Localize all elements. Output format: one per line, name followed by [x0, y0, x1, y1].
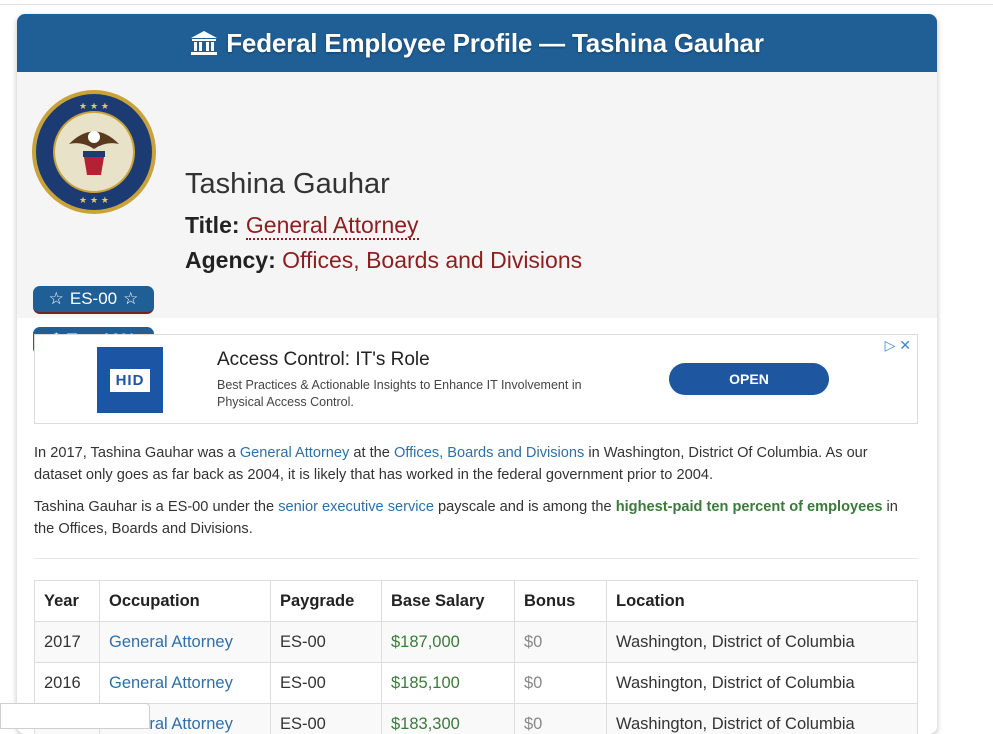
table-row: 2015 General Attorney ES-00 $183,300 $0 … — [35, 704, 918, 734]
profile-section: ★ ★ ★ ★ ★ ★ Tashina Gauhar Title: Genera… — [17, 72, 937, 318]
summary-paragraph-1: In 2017, Tashina Gauhar was a General At… — [34, 442, 914, 486]
page-title: Federal Employee Profile — Tashina Gauha… — [226, 28, 763, 59]
summary-paragraph-2: Tashina Gauhar is a ES-00 under the seni… — [34, 496, 914, 540]
card-header: Federal Employee Profile — Tashina Gauha… — [17, 14, 937, 72]
table-row: 2016 General Attorney ES-00 $185,100 $0 … — [35, 663, 918, 704]
agency-line: Agency: Offices, Boards and Divisions — [185, 247, 582, 274]
col-year: Year — [35, 581, 100, 622]
title-line: Title: General Attorney — [185, 212, 419, 239]
title-link[interactable]: General Attorney — [246, 212, 419, 240]
star-icon: ☆ — [123, 289, 138, 309]
col-base-salary: Base Salary — [382, 581, 515, 622]
profile-card: Federal Employee Profile — Tashina Gauha… — [17, 14, 937, 734]
svg-text:★ ★ ★: ★ ★ ★ — [79, 196, 109, 206]
col-bonus: Bonus — [515, 581, 607, 622]
agency-text-link[interactable]: Offices, Boards and Divisions — [394, 445, 584, 461]
title-label: Title: — [185, 212, 240, 238]
occupation-link[interactable]: General Attorney — [240, 445, 350, 461]
agency-label: Agency: — [185, 247, 276, 273]
table-row: 2017 General Attorney ES-00 $187,000 $0 … — [35, 622, 918, 663]
star-icon: ☆ — [49, 289, 64, 309]
occupation-link[interactable]: General Attorney — [100, 622, 271, 663]
svg-text:★ ★ ★: ★ ★ ★ — [79, 102, 109, 112]
ad-open-button[interactable]: OPEN — [669, 363, 829, 395]
agency-link[interactable]: Offices, Boards and Divisions — [282, 247, 582, 273]
bottom-overlay-panel[interactable] — [0, 703, 150, 729]
bank-icon — [190, 30, 218, 56]
advertisement[interactable]: HID Access Control: IT's Role Best Pract… — [34, 334, 918, 424]
employee-name: Tashina Gauhar — [185, 168, 390, 201]
col-paygrade: Paygrade — [271, 581, 382, 622]
ad-title[interactable]: Access Control: IT's Role — [217, 349, 430, 371]
employment-history-table: Year Occupation Paygrade Base Salary Bon… — [34, 580, 918, 734]
ad-choices-icon[interactable]: ▷ ✕ — [885, 337, 911, 354]
doj-seal-icon: ★ ★ ★ ★ ★ ★ — [31, 89, 157, 215]
pay-rank-text: highest-paid ten percent of employees — [616, 499, 883, 515]
col-location: Location — [607, 581, 918, 622]
payscale-link[interactable]: senior executive service — [278, 499, 434, 515]
top-divider — [0, 4, 993, 5]
paygrade-badge: ☆ ES-00 ☆ — [33, 286, 154, 314]
ad-description: Best Practices & Actionable Insights to … — [217, 377, 617, 411]
col-occupation: Occupation — [100, 581, 271, 622]
table-header-row: Year Occupation Paygrade Base Salary Bon… — [35, 581, 918, 622]
ad-logo[interactable]: HID — [97, 347, 163, 413]
occupation-link[interactable]: General Attorney — [100, 663, 271, 704]
section-divider — [34, 558, 918, 559]
